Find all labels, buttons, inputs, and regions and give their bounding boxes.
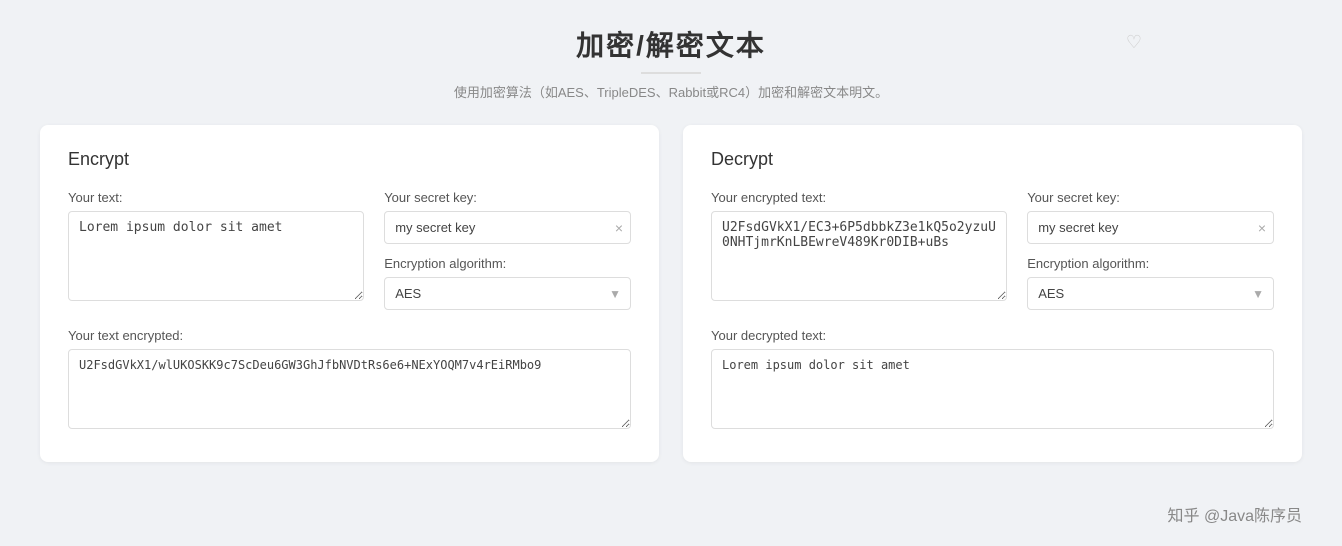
decrypt-panel-title: Decrypt [711,149,1274,170]
decrypt-panel: Decrypt Your encrypted text: Your secret… [683,125,1302,462]
panels-container: Encrypt Your text: Your secret key: × [40,125,1302,462]
encrypt-key-label: Your secret key: [384,190,631,205]
encrypt-text-group: Your text: [68,190,364,301]
encrypt-key-clear-icon[interactable]: × [615,220,623,236]
decrypt-right-col: Your secret key: × Encryption algorithm:… [1027,190,1274,310]
encrypt-panel: Encrypt Your text: Your secret key: × [40,125,659,462]
encrypt-algo-select[interactable]: AES TripleDES Rabbit RC4 [384,277,631,310]
page-subtitle: 使用加密算法（如AES、TripleDES、Rabbit或RC4）加密和解密文本… [40,82,1302,101]
decrypt-algo-select[interactable]: AES TripleDES Rabbit RC4 [1027,277,1274,310]
decrypt-algo-group: Encryption algorithm: AES TripleDES Rabb… [1027,256,1274,310]
page-title: 加密/解密文本 [40,24,1302,64]
encrypt-panel-title: Encrypt [68,149,631,170]
decrypt-text-input[interactable] [711,211,1007,301]
encrypt-result-textarea[interactable] [68,349,631,429]
page-header: 加密/解密文本 使用加密算法（如AES、TripleDES、Rabbit或RC4… [40,24,1302,101]
decrypt-key-label: Your secret key: [1027,190,1274,205]
watermark: 知乎 @Java陈序员 [1168,502,1303,526]
decrypt-text-label: Your encrypted text: [711,190,1007,205]
decrypt-algo-label: Encryption algorithm: [1027,256,1274,271]
encrypt-key-group: Your secret key: × [384,190,631,244]
encrypt-result-section: Your text encrypted: [68,328,631,434]
encrypt-text-input[interactable] [68,211,364,301]
decrypt-key-input[interactable] [1027,211,1274,244]
decrypt-result-section: Your decrypted text: [711,328,1274,434]
decrypt-top-row: Your encrypted text: Your secret key: × … [711,190,1274,310]
decrypt-key-clear-icon[interactable]: × [1258,220,1266,236]
encrypt-key-wrapper: × [384,211,631,244]
encrypt-key-input[interactable] [384,211,631,244]
heart-icon[interactable]: ♡ [1126,32,1142,53]
decrypt-result-label: Your decrypted text: [711,328,1274,343]
encrypt-algo-label: Encryption algorithm: [384,256,631,271]
header-divider [641,72,701,74]
encrypt-algo-group: Encryption algorithm: AES TripleDES Rabb… [384,256,631,310]
decrypt-algo-select-wrapper: AES TripleDES Rabbit RC4 ▼ [1027,277,1274,310]
encrypt-result-label: Your text encrypted: [68,328,631,343]
decrypt-result-textarea[interactable] [711,349,1274,429]
encrypt-right-col: Your secret key: × Encryption algorithm:… [384,190,631,310]
decrypt-key-group: Your secret key: × [1027,190,1274,244]
encrypt-top-row: Your text: Your secret key: × Encryption… [68,190,631,310]
decrypt-key-wrapper: × [1027,211,1274,244]
decrypt-text-group: Your encrypted text: [711,190,1007,301]
encrypt-algo-select-wrapper: AES TripleDES Rabbit RC4 ▼ [384,277,631,310]
encrypt-text-label: Your text: [68,190,364,205]
